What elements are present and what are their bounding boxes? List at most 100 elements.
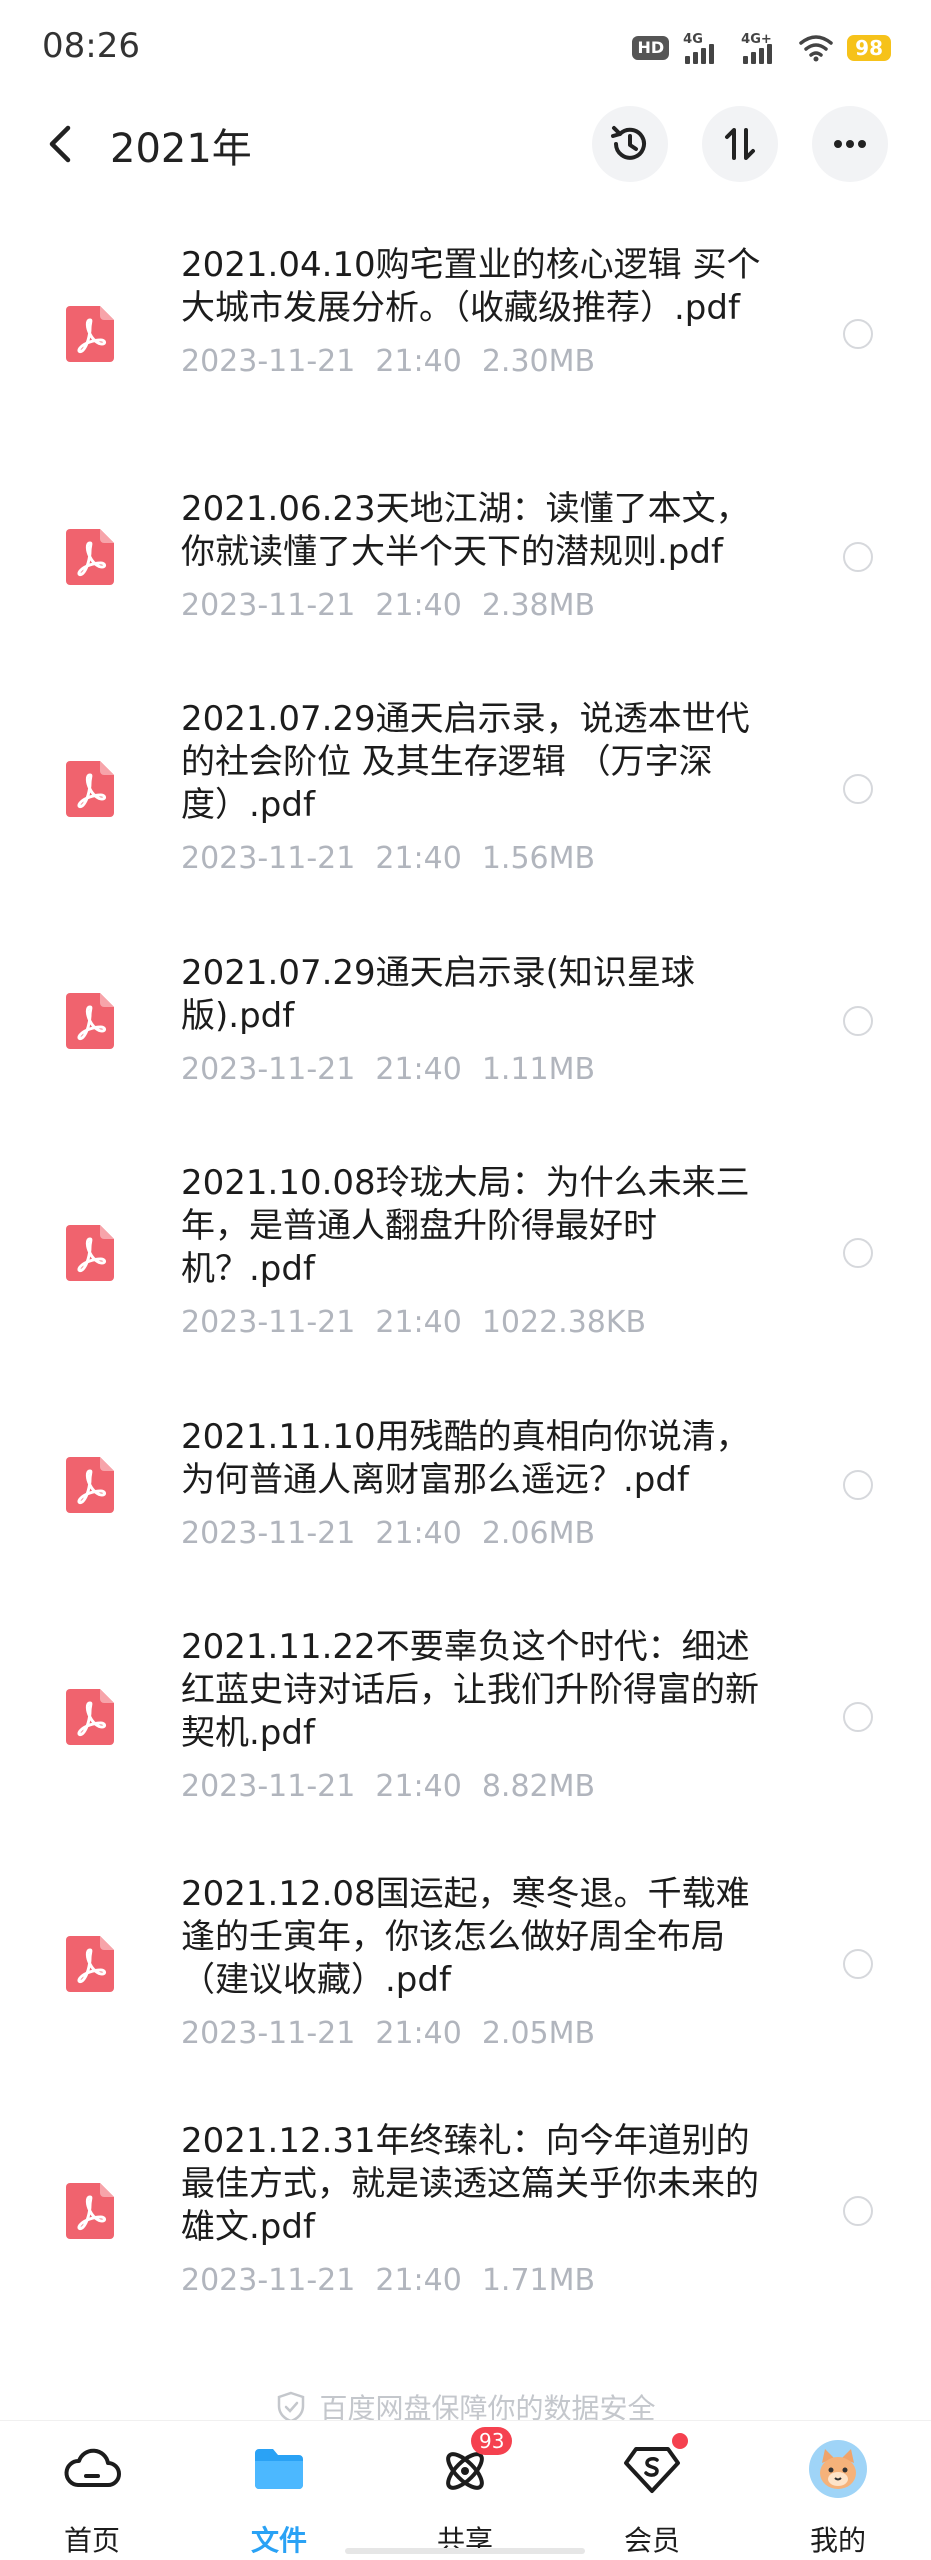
file-time: 21:40 (375, 1052, 462, 1087)
file-meta: 2023-11-21 21:40 1.56MB (181, 839, 781, 879)
file-size: 1.56MB (481, 841, 596, 876)
file-info: 2021.07.29通天启示录，说透本世代的社会阶位 及其生存逻辑 （万字深度）… (181, 698, 781, 879)
file-row[interactable]: 2021.07.29通天启示录(知识星球版).pdf 2023-11-21 21:4… (0, 912, 931, 1129)
file-size: 2.06MB (481, 1516, 596, 1551)
bottom-tab-bar: 首页 文件 93 共享 会员 我的 (0, 2420, 931, 2560)
file-row[interactable]: 2021.11.10用残酷的真相向你说清，为何普通人离财富那么遥远？.pdf 20… (0, 1376, 931, 1593)
file-name: 2021.06.23天地江湖：读懂了本文，你就读懂了大半个天下的潜规则.pdf (181, 489, 750, 572)
file-select-checkbox[interactable] (843, 319, 873, 349)
home-indicator (345, 2548, 585, 2554)
status-icons: HD 4G 4G+ 98 (632, 28, 891, 68)
file-name: 2021.07.29通天启示录(知识星球版).pdf (181, 953, 695, 1036)
history-icon (611, 126, 646, 160)
file-date: 2023-11-21 (181, 2263, 356, 2298)
file-size: 8.82MB (481, 1769, 596, 1804)
file-name: 2021.07.29通天启示录，说透本世代的社会阶位 及其生存逻辑 （万字深度）… (181, 699, 750, 825)
file-meta: 2023-11-21 21:40 1.11MB (181, 1050, 781, 1090)
file-row[interactable]: 2021.04.10购宅置业的核心逻辑 买个大城市发展分析。（收藏级推荐）.pd… (0, 220, 931, 448)
sort-button[interactable] (702, 106, 778, 182)
file-meta: 2023-11-21 21:40 2.38MB (181, 586, 781, 626)
back-button[interactable] (36, 118, 88, 170)
status-bar: 08:26 HD 4G 4G+ 98 (0, 0, 931, 96)
file-meta: 2023-11-21 21:40 1022.38KB (181, 1303, 781, 1343)
folder-icon (249, 2439, 309, 2499)
file-name: 2021.04.10购宅置业的核心逻辑 买个大城市发展分析。（收藏级推荐）.pd… (181, 245, 761, 328)
file-meta: 2023-11-21 21:40 2.05MB (181, 2014, 781, 2054)
file-row[interactable]: 2021.06.23天地江湖：读懂了本文，你就读懂了大半个天下的潜规则.pdf 2… (0, 448, 931, 665)
file-time: 21:40 (375, 841, 462, 876)
avatar (808, 2439, 868, 2499)
file-info: 2021.10.08玲珑大局：为什么未来三年，是普通人翻盘升阶得最好时机？.pd… (181, 1162, 781, 1343)
file-date: 2023-11-21 (181, 1769, 356, 1804)
file-select-checkbox[interactable] (843, 1702, 873, 1732)
file-date: 2023-11-21 (181, 344, 356, 379)
file-date: 2023-11-21 (181, 841, 356, 876)
tab-home-label: 首页 (63, 2524, 120, 2557)
tab-share[interactable]: 93 共享 (395, 2427, 535, 2559)
file-select-checkbox[interactable] (843, 1949, 873, 1979)
file-row[interactable]: 2021.12.31年终臻礼：向今年道别的最佳方式，就是读透这篇关乎你未来的雄文… (0, 2087, 931, 2334)
file-select-checkbox[interactable] (843, 1470, 873, 1500)
pdf-file-icon (66, 1225, 114, 1281)
file-row[interactable]: 2021.07.29通天启示录，说透本世代的社会阶位 及其生存逻辑 （万字深度）… (0, 665, 931, 912)
cellular-signal-icon-2: 4G+ (741, 32, 785, 64)
pdf-file-icon (66, 2183, 114, 2239)
file-info: 2021.11.10用残酷的真相向你说清，为何普通人离财富那么遥远？.pdf 20… (181, 1416, 781, 1554)
file-size: 2.30MB (481, 344, 596, 379)
file-size: 2.38MB (481, 588, 596, 623)
file-meta: 2023-11-21 21:40 1.71MB (181, 2261, 781, 2301)
file-date: 2023-11-21 (181, 2016, 356, 2051)
file-time: 21:40 (375, 1516, 462, 1551)
file-name: 2021.10.08玲珑大局：为什么未来三年，是普通人翻盘升阶得最好时机？.pd… (181, 1163, 750, 1289)
cloud-home-icon (62, 2439, 122, 2499)
file-select-checkbox[interactable] (843, 1006, 873, 1036)
file-date: 2023-11-21 (181, 588, 356, 623)
file-size: 2.05MB (481, 2016, 596, 2051)
cellular-signal-icon: 4G (683, 32, 727, 64)
battery-indicator: 98 (847, 35, 891, 61)
hd-icon: HD (632, 36, 670, 60)
share-badge-count: 93 (471, 2427, 513, 2455)
vip-diamond-icon (622, 2433, 688, 2499)
tab-mine[interactable]: 我的 (768, 2439, 908, 2559)
file-time: 21:40 (375, 1769, 462, 1804)
file-size: 1022.38KB (481, 1305, 647, 1340)
file-row[interactable]: 2021.11.22不要辜负这个时代：细述红蓝史诗对话后，让我们升阶得富的新契机… (0, 1593, 931, 1840)
file-date: 2023-11-21 (181, 1516, 356, 1551)
file-size: 1.71MB (481, 2263, 596, 2298)
file-list: 2021.04.10购宅置业的核心逻辑 买个大城市发展分析。（收藏级推荐）.pd… (0, 220, 931, 2334)
tab-files-label: 文件 (250, 2524, 307, 2557)
tab-home[interactable]: 首页 (22, 2439, 162, 2559)
file-meta: 2023-11-21 21:40 2.06MB (181, 1514, 781, 1554)
file-date: 2023-11-21 (181, 1305, 356, 1340)
file-info: 2021.12.31年终臻礼：向今年道别的最佳方式，就是读透这篇关乎你未来的雄文… (181, 2120, 781, 2301)
file-name: 2021.12.31年终臻礼：向今年道别的最佳方式，就是读透这篇关乎你未来的雄文… (181, 2121, 759, 2247)
file-row[interactable]: 2021.12.08国运起，寒冬退。千载难逢的壬寅年，你该怎么做好周全布局（建议… (0, 1840, 931, 2087)
tab-vip[interactable]: 会员 (582, 2433, 722, 2559)
file-select-checkbox[interactable] (843, 2196, 873, 2226)
file-select-checkbox[interactable] (843, 542, 873, 572)
page-title: 2021年 (110, 126, 252, 172)
file-time: 21:40 (375, 2263, 462, 2298)
wifi-icon (799, 35, 833, 62)
share-atom-icon: 93 (435, 2427, 513, 2499)
more-options-button[interactable] (812, 106, 888, 182)
file-name: 2021.12.08国运起，寒冬退。千载难逢的壬寅年，你该怎么做好周全布局（建议… (181, 1874, 750, 2000)
file-info: 2021.07.29通天启示录(知识星球版).pdf 2023-11-21 21:4… (181, 952, 781, 1090)
file-info: 2021.06.23天地江湖：读懂了本文，你就读懂了大半个天下的潜规则.pdf 2… (181, 488, 781, 626)
file-select-checkbox[interactable] (843, 774, 873, 804)
file-select-checkbox[interactable] (843, 1238, 873, 1268)
pdf-file-icon (66, 1936, 114, 1992)
more-icon (834, 140, 866, 148)
file-size: 1.11MB (481, 1052, 596, 1087)
file-info: 2021.11.22不要辜负这个时代：细述红蓝史诗对话后，让我们升阶得富的新契机… (181, 1626, 781, 1807)
tab-files[interactable]: 文件 (209, 2439, 349, 2559)
file-info: 2021.12.08国运起，寒冬退。千载难逢的壬寅年，你该怎么做好周全布局（建议… (181, 1873, 781, 2054)
pdf-file-icon (66, 1457, 114, 1513)
history-button[interactable] (592, 106, 668, 182)
shield-icon (278, 2391, 305, 2423)
tab-mine-label: 我的 (809, 2524, 866, 2557)
file-row[interactable]: 2021.10.08玲珑大局：为什么未来三年，是普通人翻盘升阶得最好时机？.pd… (0, 1129, 931, 1376)
chevron-left-icon (49, 125, 71, 163)
status-time: 08:26 (42, 26, 140, 66)
